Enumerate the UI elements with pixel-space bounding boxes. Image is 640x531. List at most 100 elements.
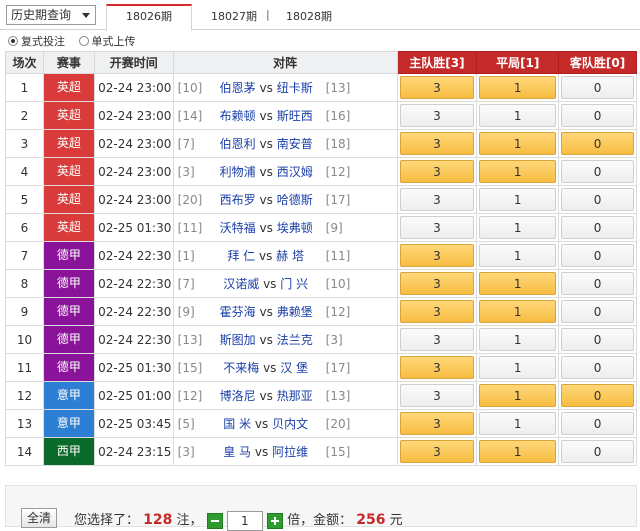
radio-single-upload[interactable] (78, 36, 89, 46)
away-rank: [17] (325, 361, 351, 375)
col-header-match: 对阵 (172, 51, 398, 74)
league-name: 德甲 (43, 354, 94, 381)
option-draw-button[interactable]: 1 (479, 272, 557, 295)
home-rank: [7] (177, 277, 195, 291)
home-team: 伯恩利 (219, 137, 256, 151)
option-home-button[interactable]: 3 (399, 132, 475, 155)
away-rank: [12] (325, 305, 351, 319)
vs-label: vs (259, 109, 273, 123)
kickoff-time: 02-25 01:00 (93, 381, 174, 410)
option-cell-away: 0 (558, 437, 637, 466)
option-away-button[interactable]: 0 (561, 300, 634, 323)
home-rank: [3] (177, 165, 195, 179)
option-home-button[interactable]: 3 (399, 76, 475, 99)
option-cell-home: 3 (396, 101, 478, 130)
home-team: 博洛尼 (219, 389, 256, 403)
match-cell: [7] 汉诺威 vs 门 兴 [10] (172, 269, 398, 298)
option-draw-button[interactable]: 1 (479, 216, 557, 239)
option-draw-button[interactable]: 1 (479, 188, 557, 211)
table-row: 11 德甲 02-25 01:30 [15] 不来梅 vs 汉 堡 [17] 3 1 0 (5, 353, 637, 382)
option-draw-button[interactable]: 1 (479, 104, 557, 127)
option-away-button[interactable]: 0 (561, 412, 634, 435)
league-name: 英超 (43, 186, 94, 213)
option-away-button[interactable]: 0 (561, 216, 634, 239)
kickoff-time: 02-24 22:30 (93, 269, 174, 298)
option-away-button[interactable]: 0 (561, 188, 634, 211)
multiplier-input[interactable]: 1 (226, 510, 263, 531)
option-draw-button[interactable]: 1 (479, 132, 557, 155)
league-badge: 英超 (42, 73, 95, 102)
league-name: 德甲 (43, 242, 94, 269)
teams: 汉诺威 vs 门 兴 (220, 275, 312, 292)
radio-compound-bet-label[interactable]: 复式投注 (21, 33, 65, 49)
teams: 博洛尼 vs 热那亚 (219, 387, 313, 404)
table-row: 3 英超 02-24 23:00 [7] 伯恩利 vs 南安普 [18] 3 1 0 (5, 129, 637, 158)
option-home-button[interactable]: 3 (399, 412, 475, 435)
option-draw-button[interactable]: 1 (479, 328, 557, 351)
away-rank: [3] (325, 333, 343, 347)
option-draw-button[interactable]: 1 (479, 412, 557, 435)
teams: 皇 马 vs 阿拉维 (220, 443, 312, 460)
option-draw-button[interactable]: 1 (479, 440, 557, 463)
option-away-button[interactable]: 0 (561, 244, 634, 267)
option-away-button[interactable]: 0 (561, 440, 634, 463)
home-team: 伯恩茅 (219, 81, 256, 95)
clear-all-button[interactable]: 全清 (21, 508, 57, 528)
kickoff-time: 02-25 01:30 (93, 353, 174, 382)
option-home-button[interactable]: 3 (399, 160, 475, 183)
option-away-button[interactable]: 0 (561, 384, 634, 407)
option-home-button[interactable]: 3 (399, 384, 475, 407)
option-away-button[interactable]: 0 (561, 272, 634, 295)
option-draw-button[interactable]: 1 (479, 160, 557, 183)
option-draw-button[interactable]: 1 (479, 300, 557, 323)
option-away-button[interactable]: 0 (561, 356, 634, 379)
option-home-button[interactable]: 3 (399, 300, 475, 323)
away-team: 哈德斯 (276, 193, 313, 207)
option-home-button[interactable]: 3 (399, 356, 475, 379)
option-cell-home: 3 (396, 157, 478, 186)
option-cell-home: 3 (396, 409, 478, 438)
home-team: 斯图加 (219, 333, 256, 347)
league-name: 德甲 (43, 270, 94, 297)
history-period-select[interactable]: 历史期查询 (6, 5, 96, 25)
option-home-button[interactable]: 3 (399, 272, 475, 295)
option-away-button[interactable]: 0 (561, 328, 634, 351)
row-no: 6 (5, 213, 44, 242)
option-draw-button[interactable]: 1 (479, 76, 557, 99)
option-draw-button[interactable]: 1 (479, 384, 557, 407)
option-home-button[interactable]: 3 (399, 104, 475, 127)
kickoff-time: 02-24 23:00 (93, 157, 174, 186)
option-away-button[interactable]: 0 (561, 104, 634, 127)
minus-icon[interactable] (206, 512, 223, 529)
option-home-button[interactable]: 3 (399, 244, 475, 267)
option-draw-button[interactable]: 1 (479, 244, 557, 267)
tab-period-18028[interactable]: 18028期 (286, 8, 332, 24)
radio-single-upload-label[interactable]: 单式上传 (92, 33, 136, 49)
match-cell: [10] 伯恩茅 vs 纽卡斯 [13] (172, 73, 398, 102)
vs-label: vs (259, 221, 273, 235)
league-badge: 英超 (42, 129, 95, 158)
option-cell-draw: 1 (476, 325, 560, 354)
plus-icon[interactable] (266, 512, 283, 529)
option-home-button[interactable]: 3 (399, 216, 475, 239)
option-away-button[interactable]: 0 (561, 160, 634, 183)
option-draw-button[interactable]: 1 (479, 356, 557, 379)
league-badge: 德甲 (42, 241, 95, 270)
chevron-down-icon (82, 13, 90, 18)
radio-compound-bet[interactable] (8, 36, 18, 46)
league-badge: 英超 (42, 185, 95, 214)
option-away-button[interactable]: 0 (561, 76, 634, 99)
away-team: 贝内文 (272, 417, 309, 431)
option-away-button[interactable]: 0 (561, 132, 634, 155)
league-name: 德甲 (43, 298, 94, 325)
col-header-home-win: 主队胜[3] (396, 51, 478, 74)
tab-period-18027[interactable]: 18027期 (211, 8, 257, 24)
option-home-button[interactable]: 3 (399, 440, 475, 463)
vs-label: vs (254, 445, 269, 459)
teams: 国 米 vs 贝内文 (220, 415, 312, 432)
tab-period-18026[interactable]: 18026期 (106, 4, 192, 31)
option-home-button[interactable]: 3 (399, 328, 475, 351)
option-home-button[interactable]: 3 (399, 188, 475, 211)
option-cell-home: 3 (396, 381, 478, 410)
away-team: 法兰克 (276, 333, 313, 347)
